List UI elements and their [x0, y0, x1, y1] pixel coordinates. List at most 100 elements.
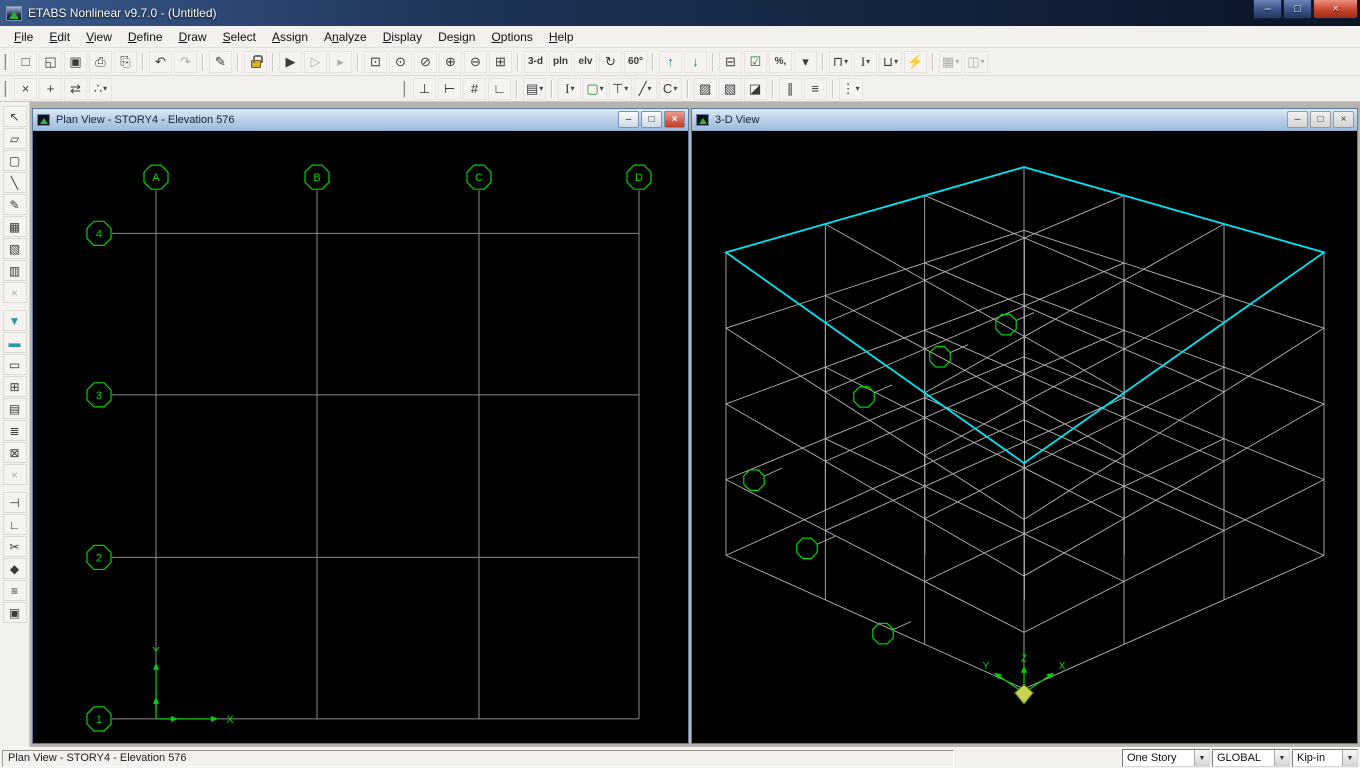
lock-model-button[interactable]: [244, 50, 267, 73]
redo-button[interactable]: ↷: [174, 50, 197, 73]
perspective-toggle-button[interactable]: 60°: [624, 50, 647, 73]
menu-design[interactable]: Design: [430, 27, 483, 47]
menu-view[interactable]: View: [78, 27, 120, 47]
snap-options-button[interactable]: ∴ ▾: [89, 77, 112, 100]
menu-edit[interactable]: Edit: [41, 27, 78, 47]
view-plan-button[interactable]: pln: [549, 50, 572, 73]
menu-draw[interactable]: Draw: [171, 27, 215, 47]
print-button[interactable]: ⎙: [89, 50, 112, 73]
draw-develop-button[interactable]: ×: [2, 282, 27, 303]
insertion-point-button[interactable]: ∟: [2, 514, 27, 535]
minimize-button[interactable]: –: [1253, 0, 1282, 19]
rubber-band-zoom-button[interactable]: ⊡: [364, 50, 387, 73]
menu-analyze[interactable]: Analyze: [316, 27, 375, 47]
more-tools-button[interactable]: ⋮ ▾: [838, 77, 863, 100]
mesh-areas-button[interactable]: ≡: [2, 580, 27, 601]
view-elevation-button[interactable]: elv: [574, 50, 597, 73]
assign-frame-sections-button[interactable]: I ▾: [854, 50, 877, 73]
joint-marker-button[interactable]: ◆: [2, 558, 27, 579]
menu-select[interactable]: Select: [215, 27, 264, 47]
view-3d-canvas-area[interactable]: ZYX: [692, 131, 1357, 743]
plan-close-button[interactable]: ×: [664, 111, 685, 128]
view-3d-close-button[interactable]: ×: [1333, 111, 1354, 128]
display-member-forces-button[interactable]: ▦ ▾: [939, 50, 963, 73]
toolbar-grip[interactable]: [403, 80, 408, 97]
divide-frames-button[interactable]: ✂: [2, 536, 27, 557]
save-model-button[interactable]: ▣: [64, 50, 87, 73]
menu-display[interactable]: Display: [375, 27, 430, 47]
brace-section-button[interactable]: ╱ ▾: [633, 77, 657, 100]
undo-button[interactable]: ↶: [149, 50, 172, 73]
view-3d-maximize-button[interactable]: □: [1310, 111, 1331, 128]
pointer-tool-button[interactable]: ↖: [2, 106, 27, 127]
draw-windows-button[interactable]: ⊞: [2, 376, 27, 397]
display-shell-stresses-button[interactable]: ◫ ▾: [964, 50, 988, 73]
draw-ref-plane-button[interactable]: ≣: [2, 420, 27, 441]
previous-zoom-button[interactable]: ⊘: [414, 50, 437, 73]
show-values-button[interactable]: %,: [769, 50, 792, 73]
assign-loads-button[interactable]: ⚡: [904, 50, 927, 73]
menu-define[interactable]: Define: [120, 27, 171, 47]
move-down-in-list-button[interactable]: ↓: [684, 50, 707, 73]
wall-spandrel-label-button[interactable]: ▧: [718, 77, 742, 100]
pan-button[interactable]: ⊞: [489, 50, 512, 73]
show-layers-button[interactable]: ≡: [803, 77, 827, 100]
plan-view-titlebar[interactable]: Plan View - STORY4 - Elevation 576 – □ ×: [33, 109, 688, 131]
edit-pen-button[interactable]: ✎: [209, 50, 232, 73]
app-titlebar[interactable]: ETABS Nonlinear v9.7.0 - (Untitled) – □ …: [0, 0, 1360, 26]
fill-view-button[interactable]: ▣: [2, 602, 27, 623]
concrete-section-button[interactable]: ▢ ▾: [583, 77, 607, 100]
zoom-in-button[interactable]: ⊕: [439, 50, 462, 73]
snap-to-grid-intersections-button[interactable]: ×: [14, 77, 37, 100]
story-selector-arrow[interactable]: ▼: [1194, 750, 1209, 766]
coord-system-arrow[interactable]: ▼: [1274, 750, 1289, 766]
show-bars-button[interactable]: ∥: [778, 77, 802, 100]
zoom-out-button[interactable]: ⊖: [464, 50, 487, 73]
maximize-button[interactable]: □: [1283, 0, 1312, 19]
toolbar-grip[interactable]: [4, 80, 9, 97]
paint-properties-button[interactable]: ▤ ▾: [523, 77, 547, 100]
draw-rect-area-button[interactable]: ▭: [2, 354, 27, 375]
move-up-in-list-button[interactable]: ↑: [659, 50, 682, 73]
quick-draw-area-tri-button[interactable]: ▼: [2, 310, 27, 331]
run-construction-seq-button[interactable]: ▸: [329, 50, 352, 73]
menu-file[interactable]: File: [6, 27, 41, 47]
view-3d-button[interactable]: 3-d: [524, 50, 547, 73]
restore-full-view-button[interactable]: ⊙: [389, 50, 412, 73]
plan-view-canvas-area[interactable]: A B C D 4 3 2 1 X Y: [33, 131, 688, 743]
units-arrow[interactable]: ▼: [1342, 750, 1357, 766]
menu-help[interactable]: Help: [541, 27, 582, 47]
frame-end-offset-button[interactable]: ⊣: [2, 492, 27, 513]
frame-output-stations-button[interactable]: #: [463, 77, 486, 100]
channel-section-button[interactable]: C ▾: [658, 77, 682, 100]
open-file-button[interactable]: ◱: [39, 50, 62, 73]
story-selector[interactable]: One Story ▼: [1122, 749, 1210, 767]
quick-draw-area-button[interactable]: ▧: [2, 238, 27, 259]
frame-nonprismatic-button[interactable]: ⊥: [413, 77, 436, 100]
units-selector[interactable]: Kip-in ▼: [1292, 749, 1358, 767]
run-static-pushover-button[interactable]: ▷: [304, 50, 327, 73]
plan-minimize-button[interactable]: –: [618, 111, 639, 128]
draw-frame-section-button[interactable]: ⊓ ▾: [829, 50, 852, 73]
select-window-button[interactable]: ▢: [2, 150, 27, 171]
view-3d-titlebar[interactable]: 3-D View – □ ×: [692, 109, 1357, 131]
draw-line-button[interactable]: ╲: [2, 172, 27, 193]
snap-to-point-objects-button[interactable]: +: [39, 77, 62, 100]
rotate-3d-view-button[interactable]: ↻: [599, 50, 622, 73]
close-button[interactable]: ×: [1313, 0, 1358, 19]
clear-selection-button[interactable]: ×: [2, 464, 27, 485]
draw-grid-button[interactable]: ⊠: [2, 442, 27, 463]
run-analysis-button[interactable]: ▶: [279, 50, 302, 73]
menu-assign[interactable]: Assign: [264, 27, 316, 47]
toolbar-grip[interactable]: [4, 53, 9, 70]
print-graphics-button[interactable]: ⎘: [114, 50, 137, 73]
draw-wall-button[interactable]: ▥: [2, 260, 27, 281]
quick-draw-rect-button[interactable]: ▬: [2, 332, 27, 353]
new-model-button[interactable]: □: [14, 50, 37, 73]
wall-pier-label-button[interactable]: ▨: [693, 77, 717, 100]
quick-draw-line-button[interactable]: ✎: [2, 194, 27, 215]
assign-shell-sections-button[interactable]: ⊔ ▾: [879, 50, 902, 73]
frame-local-axes-button[interactable]: ∟: [488, 77, 511, 100]
menu-options[interactable]: Options: [483, 27, 540, 47]
draw-area-button[interactable]: ▦: [2, 216, 27, 237]
